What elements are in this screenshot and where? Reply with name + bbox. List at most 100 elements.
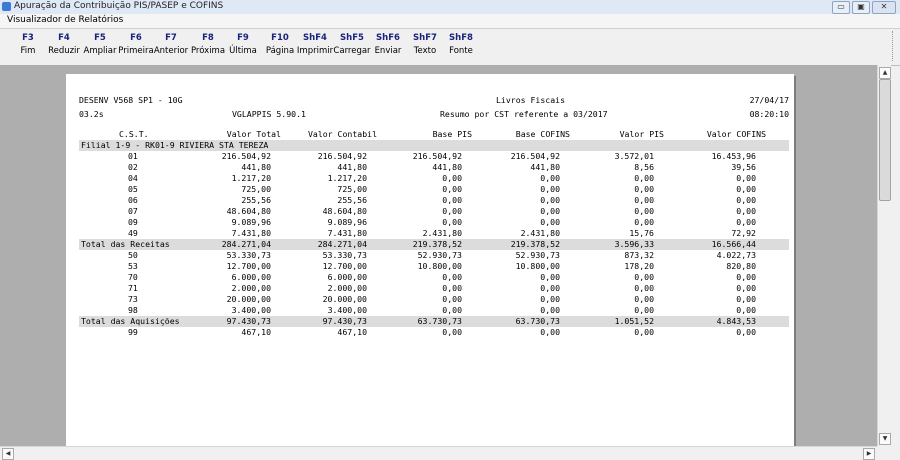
value-cell: 0,00: [442, 294, 462, 304]
table-row: 01 216.504,92 216.504,92 216.504,92 216.504,…: [79, 151, 789, 162]
cst-code: 09: [128, 217, 138, 227]
value-cell: 52.930,73: [417, 250, 462, 260]
toolbar-button-shf5[interactable]: ShF5 Carregar: [332, 33, 372, 56]
toolbar-key: F6: [130, 33, 142, 43]
value-cell: 0,00: [634, 173, 654, 183]
cst-code: 49: [128, 228, 138, 238]
value-cell: 0,00: [634, 206, 654, 216]
toolbar-button-f9[interactable]: F9 Última: [223, 33, 263, 56]
toolbar-label: Última: [229, 46, 257, 56]
report-date: 27/04/17: [749, 95, 789, 105]
column-header: Valor COFINS: [706, 129, 766, 139]
toolbar-button-shf4[interactable]: ShF4 Imprimir: [295, 33, 335, 56]
scroll-up-button[interactable]: ▲: [879, 67, 891, 79]
toolbar-key: F9: [237, 33, 249, 43]
toolbar-button-f4[interactable]: F4 Reduzir: [44, 33, 84, 56]
toolbar-label: Imprimir: [296, 46, 334, 56]
value-cell: 0,00: [634, 195, 654, 205]
value-cell: 39,56: [731, 162, 756, 172]
toolbar-key: ShF7: [413, 33, 437, 43]
toolbar-button-f3[interactable]: F3 Fim: [8, 33, 48, 56]
total-label: Total das Aquisições: [81, 316, 180, 326]
table-row: 99 467,10 467,10 0,00 0,00 0,00 0,00: [79, 327, 789, 338]
value-cell: 725,00: [241, 184, 271, 194]
value-cell: 0,00: [736, 294, 756, 304]
table-row: 02 441,80 441,80 441,80 441,80 8,56 39,56: [79, 162, 789, 173]
value-cell: 48.604,80: [226, 206, 271, 216]
value-cell: 1.217,20: [327, 173, 367, 183]
menu-bar: Visualizador de Relatórios: [0, 14, 900, 29]
cst-code: 04: [128, 173, 138, 183]
toolbar-key: ShF5: [340, 33, 364, 43]
value-cell: 0,00: [540, 184, 560, 194]
minimize-button[interactable]: ▭: [832, 1, 850, 14]
value-cell: 0,00: [736, 184, 756, 194]
toolbar-button-shf7[interactable]: ShF7 Texto: [405, 33, 445, 56]
value-cell: 0,00: [540, 206, 560, 216]
close-button[interactable]: ✕: [872, 1, 896, 14]
value-cell: 820,80: [726, 261, 756, 271]
table-row: 05 725,00 725,00 0,00 0,00 0,00 0,00: [79, 184, 789, 195]
value-cell: 0,00: [442, 305, 462, 315]
scroll-thumb[interactable]: [879, 79, 891, 201]
scroll-right-button[interactable]: ▶: [863, 448, 875, 460]
value-cell: 284.271,04: [221, 239, 271, 249]
toolbar-label: Anterior: [153, 46, 189, 56]
value-cell: 0,00: [634, 272, 654, 282]
value-cell: 0,00: [540, 305, 560, 315]
column-header: Base COFINS: [515, 129, 570, 139]
value-cell: 6.000,00: [327, 272, 367, 282]
toolbar-button-f10[interactable]: F10 Página: [260, 33, 300, 56]
value-cell: 0,00: [442, 184, 462, 194]
value-cell: 0,00: [540, 283, 560, 293]
column-header: Base PIS: [432, 129, 472, 139]
viewer-title: Visualizador de Relatórios: [7, 15, 124, 25]
value-cell: 7.431,80: [327, 228, 367, 238]
toolbar-button-f7[interactable]: F7 Anterior: [151, 33, 191, 56]
total-row: Total das Aquisições 97.430,73 97.430,73 63…: [79, 316, 789, 327]
toolbar-button-f5[interactable]: F5 Ampliar: [80, 33, 120, 56]
toolbar-button-f6[interactable]: F6 Primeira: [116, 33, 156, 56]
table-row: 73 20.000,00 20.000,00 0,00 0,00 0,00 0,00: [79, 294, 789, 305]
value-cell: 441,80: [241, 162, 271, 172]
toolbar: F3 Fim F4 Reduzir F5 Ampliar F6 Primeira F7 Anter…: [0, 29, 900, 66]
restore-button[interactable]: ▣: [852, 1, 870, 14]
value-cell: 0,00: [736, 206, 756, 216]
value-cell: 3.572,01: [614, 151, 654, 161]
scroll-down-button[interactable]: ▼: [879, 433, 891, 445]
value-cell: 255,56: [241, 195, 271, 205]
toolbar-key: ShF8: [449, 33, 473, 43]
toolbar-button-shf6[interactable]: ShF6 Enviar: [368, 33, 408, 56]
toolbar-label: Primeira: [118, 46, 154, 56]
value-cell: 53.330,73: [226, 250, 271, 260]
value-cell: 2.431,80: [422, 228, 462, 238]
value-cell: 219.378,52: [510, 239, 560, 249]
value-cell: 3.400,00: [231, 305, 271, 315]
horizontal-scrollbar[interactable]: ◀ ▶: [0, 446, 877, 460]
value-cell: 10.800,00: [515, 261, 560, 271]
value-cell: 0,00: [634, 184, 654, 194]
vertical-scrollbar[interactable]: ▲ ▼: [877, 65, 891, 446]
value-cell: 0,00: [540, 195, 560, 205]
toolbar-label: Página: [265, 46, 295, 56]
toolbar-button-f8[interactable]: F8 Próxima: [188, 33, 228, 56]
column-header: C.S.T.: [119, 129, 149, 139]
value-cell: 216.504,92: [221, 151, 271, 161]
value-cell: 0,00: [736, 305, 756, 315]
table-row: 98 3.400,00 3.400,00 0,00 0,00 0,00 0,00: [79, 305, 789, 316]
value-cell: 7.431,80: [231, 228, 271, 238]
value-cell: 0,00: [540, 327, 560, 337]
table-row: 71 2.000,00 2.000,00 0,00 0,00 0,00 0,00: [79, 283, 789, 294]
toolbar-key: F8: [202, 33, 214, 43]
value-cell: 873,32: [624, 250, 654, 260]
value-cell: 0,00: [736, 283, 756, 293]
value-cell: 16.566,44: [711, 239, 756, 249]
cst-code: 50: [128, 250, 138, 260]
scroll-left-button[interactable]: ◀: [2, 448, 14, 460]
toolbar-label: Próxima: [190, 46, 226, 56]
table-row: 04 1.217,20 1.217,20 0,00 0,00 0,00 0,00: [79, 173, 789, 184]
toolbar-grip[interactable]: [892, 31, 898, 61]
report-system: DESENV V568 SP1 - 10G: [79, 95, 183, 105]
toolbar-button-shf8[interactable]: ShF8 Fonte: [441, 33, 481, 56]
value-cell: 20.000,00: [226, 294, 271, 304]
